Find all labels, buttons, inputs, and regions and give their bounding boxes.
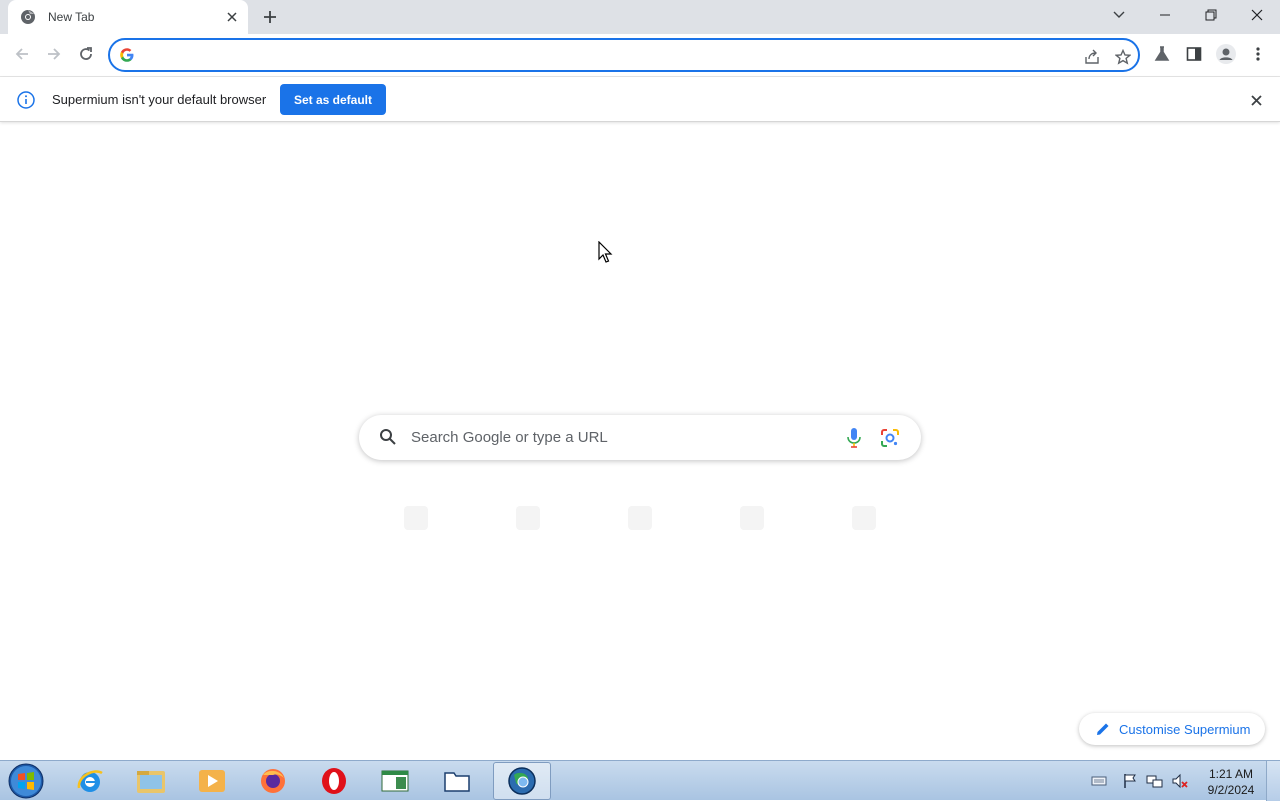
plus-icon <box>852 506 876 530</box>
forward-icon <box>48 48 61 60</box>
clock-date: 9/2/2024 <box>1207 783 1255 797</box>
add-shortcut-tile[interactable] <box>808 500 920 580</box>
customise-label: Customise Supermium <box>1119 721 1251 737</box>
shortcut-favicon <box>740 506 764 530</box>
minimize-button[interactable] <box>1142 0 1188 30</box>
new-tab-button[interactable] <box>256 4 284 30</box>
infobar-close-icon[interactable] <box>1246 90 1266 110</box>
close-icon <box>1251 9 1263 21</box>
mouse-cursor-icon <box>598 240 614 265</box>
infobar-message: Supermium isn't your default browser <box>52 92 267 107</box>
ntp-search-box[interactable]: Search Google or type a URL <box>359 415 921 460</box>
set-as-default-button[interactable]: Set as default <box>280 84 386 115</box>
side-panel-button[interactable] <box>1180 40 1208 68</box>
google-g-icon <box>119 47 135 63</box>
media-player-icon <box>199 770 225 792</box>
microphone-icon[interactable] <box>845 427 863 449</box>
internet-explorer-icon <box>77 770 103 792</box>
volume-muted-icon[interactable] <box>1171 772 1189 790</box>
supermium-icon <box>508 767 536 795</box>
omnibox-input[interactable] <box>144 45 1064 65</box>
network-icon[interactable] <box>1146 772 1164 790</box>
reload-button[interactable] <box>72 40 100 68</box>
pencil-icon <box>1095 721 1111 737</box>
restore-icon <box>1205 9 1217 21</box>
google-lens-icon[interactable] <box>880 428 900 448</box>
toolbar <box>0 34 1280 77</box>
tab-title: New Tab <box>48 10 95 24</box>
taskbar-supermium[interactable] <box>493 762 551 800</box>
shortcut-tile[interactable] <box>584 500 696 580</box>
taskbar-internet-explorer[interactable] <box>61 762 119 800</box>
taskbar-notepad[interactable] <box>366 762 424 800</box>
shortcut-favicon <box>404 506 428 530</box>
default-browser-infobar: Supermium isn't your default browser Set… <box>0 77 1280 122</box>
windows-start-icon <box>8 763 44 799</box>
taskbar-media-player[interactable] <box>183 762 241 800</box>
bookmark-star-icon[interactable] <box>1111 45 1135 69</box>
back-icon <box>15 48 28 60</box>
info-icon <box>17 91 35 109</box>
forward-button[interactable] <box>40 40 68 68</box>
chrome-icon <box>20 9 36 25</box>
customise-button[interactable]: Customise Supermium <box>1079 713 1265 745</box>
taskbar: 1:21 AM 9/2/2024 <box>0 760 1280 801</box>
tab-close-icon[interactable] <box>222 7 242 27</box>
taskbar-file-explorer[interactable] <box>122 762 180 800</box>
omnibox[interactable] <box>108 38 1140 72</box>
opera-icon <box>322 768 346 794</box>
tab-strip: New Tab <box>0 0 1280 34</box>
system-clock[interactable]: 1:21 AM 9/2/2024 <box>1196 766 1266 798</box>
chevron-down-icon <box>1113 11 1125 18</box>
file-explorer-icon <box>137 771 165 793</box>
shortcut-tile[interactable] <box>472 500 584 580</box>
taskbar-folder[interactable] <box>428 762 486 800</box>
back-button[interactable] <box>8 40 36 68</box>
show-desktop-button[interactable] <box>1266 761 1280 801</box>
search-icon <box>379 428 397 446</box>
tab-search-button[interactable] <box>1096 0 1142 30</box>
minimize-icon <box>1160 14 1170 16</box>
restore-button[interactable] <box>1188 0 1234 30</box>
menu-kebab-icon <box>1256 47 1260 61</box>
firefox-icon <box>261 769 285 793</box>
close-window-button[interactable] <box>1234 0 1280 30</box>
ntp-search-placeholder: Search Google or type a URL <box>411 429 608 446</box>
taskbar-opera[interactable] <box>305 762 363 800</box>
profile-avatar-icon <box>1216 44 1236 64</box>
shortcut-favicon <box>628 506 652 530</box>
menu-button[interactable] <box>1244 40 1272 68</box>
start-button[interactable] <box>6 762 46 800</box>
share-icon[interactable] <box>1080 45 1104 69</box>
shortcut-tile[interactable] <box>696 500 808 580</box>
keyboard-icon[interactable] <box>1090 772 1108 790</box>
profile-button[interactable] <box>1212 40 1240 68</box>
labs-icon <box>1154 46 1170 61</box>
notepad-icon <box>381 770 409 792</box>
labs-button[interactable] <box>1148 40 1176 68</box>
side-panel-icon <box>1186 47 1202 61</box>
tab-new-tab[interactable]: New Tab <box>8 0 248 34</box>
plus-icon <box>264 11 276 23</box>
shortcut-grid <box>360 500 920 580</box>
action-center-flag-icon[interactable] <box>1121 772 1139 790</box>
shortcut-favicon <box>516 506 540 530</box>
clock-time: 1:21 AM <box>1208 767 1254 781</box>
reload-icon <box>80 47 92 60</box>
shortcut-tile[interactable] <box>360 500 472 580</box>
folder-icon <box>444 772 470 792</box>
taskbar-firefox[interactable] <box>244 762 302 800</box>
